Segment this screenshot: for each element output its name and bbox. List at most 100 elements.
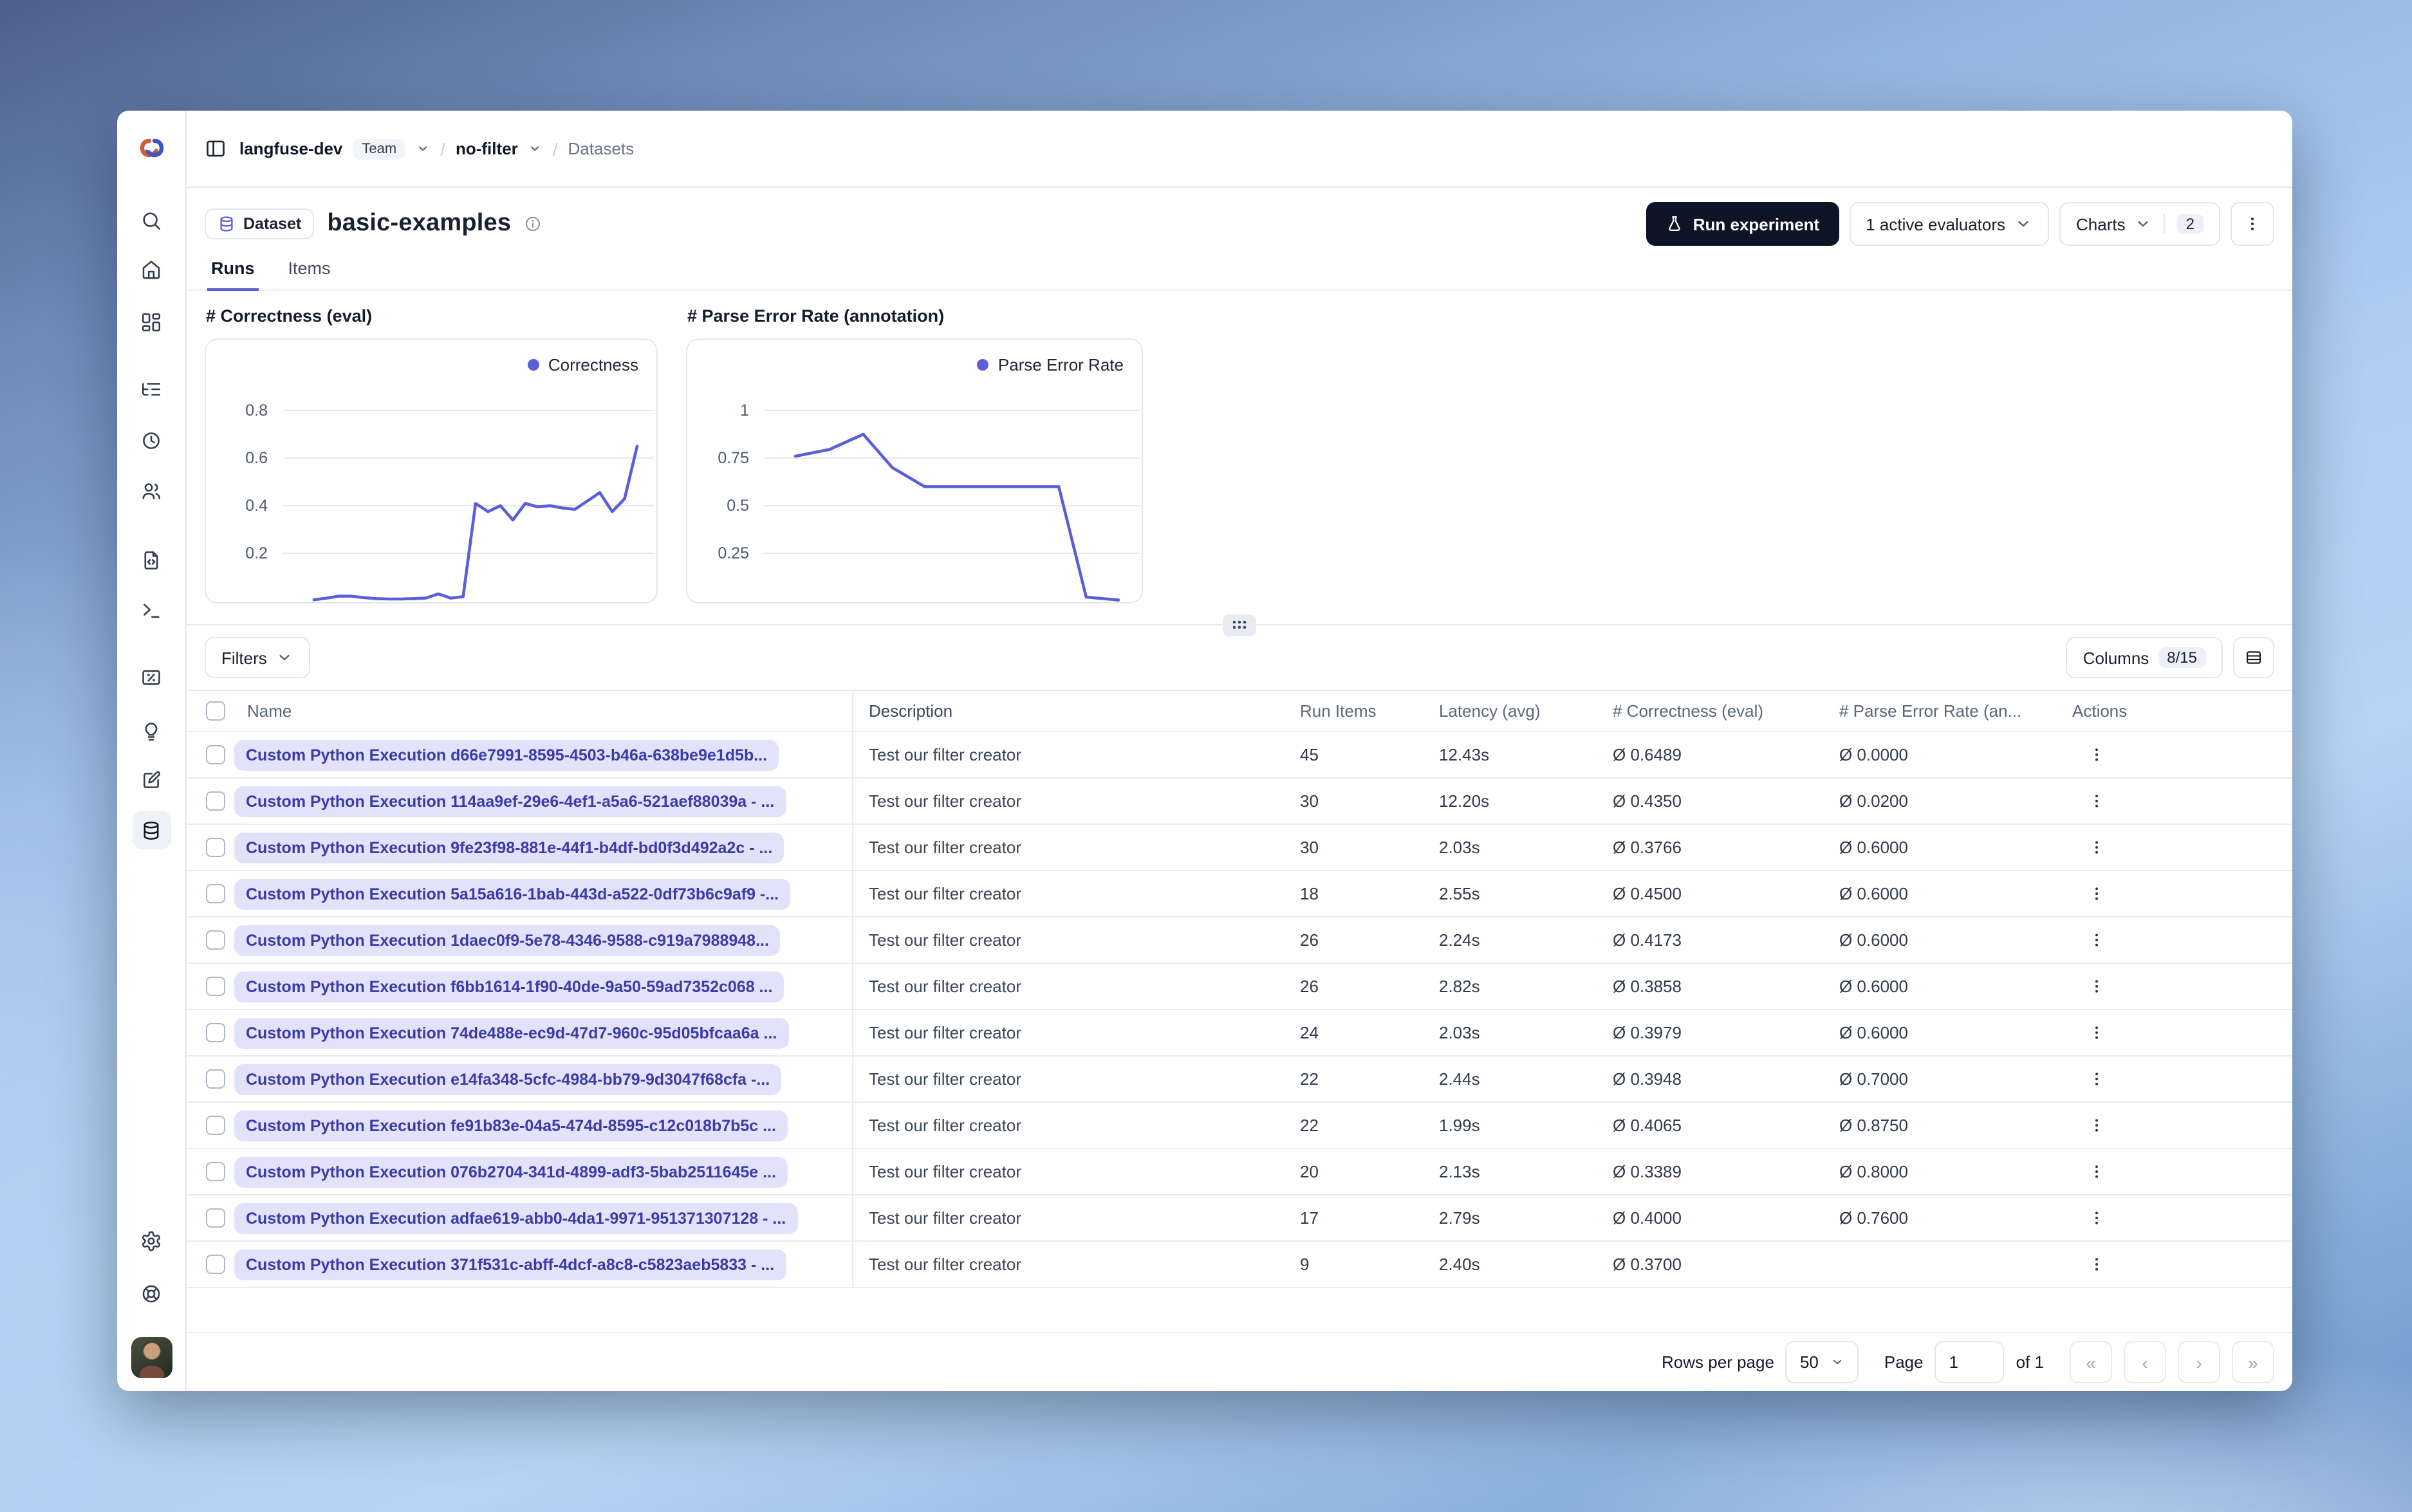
table-row: Custom Python Execution 076b2704-341d-48… [187,1149,2292,1195]
breadcrumb-project[interactable]: langfuse-dev [239,139,342,158]
run-name-link[interactable]: Custom Python Execution d66e7991-8595-45… [234,739,779,770]
column-header-name[interactable]: Name [229,691,853,731]
run-name-link[interactable]: Custom Python Execution 74de488e-ec9d-47… [234,1017,789,1048]
row-checkbox[interactable] [206,791,225,811]
sidebar-toggle-icon[interactable] [205,138,227,160]
user-avatar[interactable] [131,1337,172,1378]
dashboard-icon[interactable] [132,302,171,341]
row-actions-button[interactable] [2080,784,2113,818]
row-actions-button[interactable] [2080,1109,2113,1142]
home-icon[interactable] [132,250,171,288]
langfuse-logo-icon[interactable] [136,133,167,163]
run-name-link[interactable]: Custom Python Execution 076b2704-341d-48… [234,1156,788,1187]
run-description: Test our filter creator [869,1116,1021,1135]
run-name-link[interactable]: Custom Python Execution 9fe23f98-881e-44… [234,832,784,863]
row-actions-button[interactable] [2080,1201,2113,1235]
row-height-button[interactable] [2233,637,2274,678]
previous-page-button[interactable]: ‹ [2124,1341,2166,1383]
annotation-icon[interactable] [132,761,171,799]
chart-title: # Correctness (eval) [206,306,373,326]
datasets-icon[interactable] [132,811,171,849]
row-checkbox[interactable] [206,1069,225,1089]
support-icon[interactable] [132,1274,171,1313]
drag-dots-icon [1232,620,1247,629]
first-page-button[interactable]: « [2070,1341,2112,1383]
row-actions-button[interactable] [2080,877,2113,910]
chevron-down-icon[interactable] [528,142,543,156]
chart-title: # Parse Error Rate (annotation) [687,306,945,326]
evaluators-icon[interactable] [132,712,171,750]
breadcrumb-environment[interactable]: no-filter [456,139,518,158]
more-actions-button[interactable] [2231,202,2274,246]
svg-text:0.4: 0.4 [245,497,268,515]
row-checkbox[interactable] [206,745,225,764]
run-experiment-button[interactable]: Run experiment [1646,202,1839,246]
flask-icon [1669,216,1681,232]
settings-icon[interactable] [132,1221,171,1260]
row-checkbox[interactable] [206,1208,225,1228]
filters-button[interactable]: Filters [205,637,311,678]
run-name-link[interactable]: Custom Python Execution 1daec0f9-5e78-43… [234,925,781,955]
svg-text:0.8: 0.8 [245,401,268,419]
active-evaluators-button[interactable]: 1 active evaluators [1849,202,2050,246]
users-icon[interactable] [132,471,171,510]
last-page-button[interactable]: » [2232,1341,2274,1383]
row-checkbox[interactable] [206,884,225,903]
breadcrumb-section[interactable]: Datasets [568,139,635,158]
tracing-icon[interactable] [132,369,171,408]
sessions-icon[interactable] [132,421,171,459]
prompts-icon[interactable] [132,540,171,579]
row-actions-button[interactable] [2080,1248,2113,1281]
scores-icon[interactable] [132,658,171,696]
svg-text:0.5: 0.5 [727,497,749,515]
row-actions-button[interactable] [2080,738,2113,771]
row-checkbox[interactable] [206,1116,225,1135]
kebab-menu-icon [2095,1165,2098,1178]
legend-dot-icon [977,359,989,371]
select-all-checkbox[interactable] [206,701,225,721]
run-name-link[interactable]: Custom Python Execution 5a15a616-1bab-44… [234,878,791,909]
rows-per-page-select[interactable]: 50 [1785,1341,1859,1383]
run-name-link[interactable]: Custom Python Execution 114aa9ef-29e6-4e… [234,786,786,816]
columns-count-badge: 8/15 [2158,647,2206,668]
svg-text:0.25: 0.25 [718,544,749,562]
next-page-button[interactable]: › [2178,1341,2220,1383]
run-name-link[interactable]: Custom Python Execution e14fa348-5cfc-49… [234,1064,782,1094]
desktop-background: langfuse-dev Team / no-filter / Datasets [0,0,2412,1512]
column-header-latency[interactable]: Latency (avg) [1439,701,1613,721]
run-name-link[interactable]: Custom Python Execution fe91b83e-04a5-47… [234,1110,788,1141]
column-header-description[interactable]: Description [853,701,1300,721]
row-checkbox[interactable] [206,1023,225,1042]
row-checkbox[interactable] [206,1255,225,1274]
column-header-correctness[interactable]: # Correctness (eval) [1613,701,1839,721]
latency-value: 2.44s [1439,1069,1480,1089]
column-header-parse-error-rate[interactable]: # Parse Error Rate (an... [1839,701,2072,721]
row-actions-button[interactable] [2080,1155,2113,1188]
run-description: Test our filter creator [869,884,1021,903]
chart-card: Parse Error Rate 1 0.75 0.5 0.25 [686,338,1143,604]
info-icon[interactable] [524,215,542,233]
run-name-link[interactable]: Custom Python Execution f6bb1614-1f90-40… [234,971,784,1002]
row-actions-button[interactable] [2080,831,2113,864]
chevron-down-icon[interactable] [416,142,430,156]
row-checkbox[interactable] [206,977,225,996]
row-checkbox[interactable] [206,1162,225,1181]
row-actions-button[interactable] [2080,1016,2113,1049]
column-header-run-items[interactable]: Run Items [1300,701,1439,721]
page-number-input[interactable] [1934,1341,2005,1383]
tab-items[interactable]: Items [284,251,335,291]
row-checkbox[interactable] [206,930,225,950]
columns-button[interactable]: Columns 8/15 [2066,637,2223,678]
tab-runs[interactable]: Runs [207,251,259,291]
charts-toggle-button[interactable]: Charts 2 [2059,202,2220,246]
rows-per-page-label: Rows per page [1662,1352,1774,1372]
run-name-link[interactable]: Custom Python Execution 371f531c-abff-4d… [234,1249,786,1280]
row-actions-button[interactable] [2080,923,2113,957]
playground-icon[interactable] [132,591,171,629]
panel-resize-handle[interactable] [1223,614,1256,636]
row-actions-button[interactable] [2080,1062,2113,1096]
run-name-link[interactable]: Custom Python Execution adfae619-abb0-4d… [234,1203,798,1233]
search-icon[interactable] [132,201,171,239]
row-checkbox[interactable] [206,838,225,857]
row-actions-button[interactable] [2080,970,2113,1003]
